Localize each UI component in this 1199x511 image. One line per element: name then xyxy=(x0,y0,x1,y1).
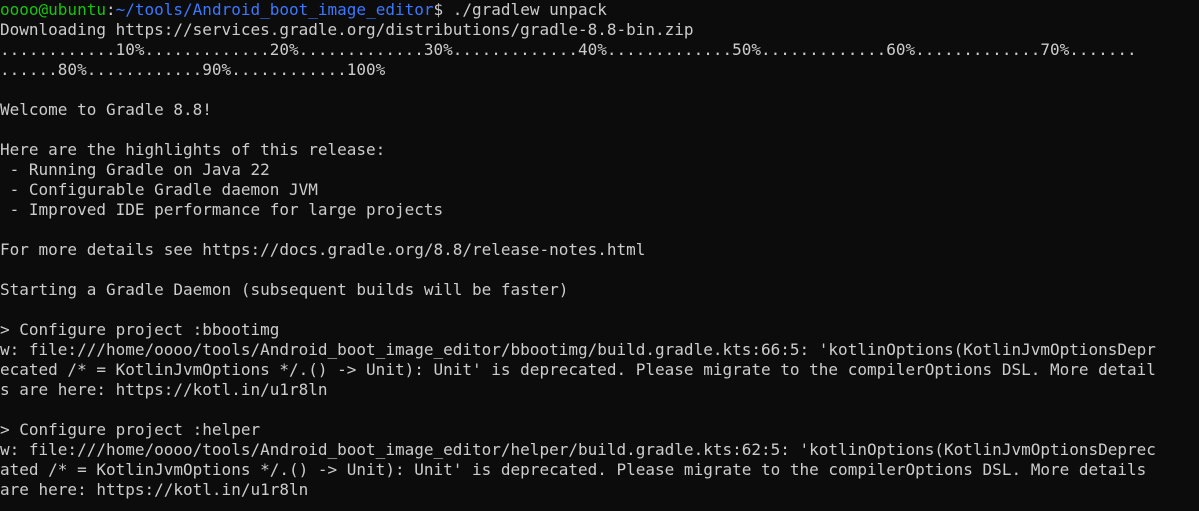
terminal-output: Downloading https://services.gradle.org/… xyxy=(0,20,1199,500)
output-line: - Running Gradle on Java 22 xyxy=(0,160,270,179)
output-line: ............10%.............20%.........… xyxy=(0,40,1137,59)
prompt-symbol: $ xyxy=(433,0,453,19)
prompt-path: ~/tools/Android_boot_image_editor xyxy=(115,0,434,19)
output-line: ated /* = KotlinJvmOptions */.() -> Unit… xyxy=(0,460,1147,479)
prompt-line: oooo@ubuntu:~/tools/Android_boot_image_e… xyxy=(0,0,1199,20)
output-line: - Improved IDE performance for large pro… xyxy=(0,200,444,219)
output-line: ecated /* = KotlinJvmOptions */.() -> Un… xyxy=(0,360,1156,379)
output-line: - Configurable Gradle daemon JVM xyxy=(0,180,318,199)
output-line: Starting a Gradle Daemon (subsequent bui… xyxy=(0,280,569,299)
output-line: Here are the highlights of this release: xyxy=(0,140,386,159)
prompt-separator: : xyxy=(105,0,116,19)
command-text: ./gradlew unpack xyxy=(452,0,607,19)
terminal-window[interactable]: oooo@ubuntu:~/tools/Android_boot_image_e… xyxy=(0,0,1199,511)
prompt-user-host: oooo@ubuntu xyxy=(0,0,106,19)
output-line: w: file:///home/oooo/tools/Android_boot_… xyxy=(0,340,1156,359)
output-line: > Configure project :helper xyxy=(0,420,261,439)
output-line: Welcome to Gradle 8.8! xyxy=(0,100,212,119)
output-line: are here: https://kotl.in/u1r8ln xyxy=(0,480,309,499)
output-line: s are here: https://kotl.in/u1r8ln xyxy=(0,380,328,399)
output-line: For more details see https://docs.gradle… xyxy=(0,240,646,259)
output-line: > Configure project :bbootimg xyxy=(0,320,280,339)
output-line: ......80%............90%............100% xyxy=(0,60,386,79)
output-line: w: file:///home/oooo/tools/Android_boot_… xyxy=(0,440,1156,459)
output-line: Downloading https://services.gradle.org/… xyxy=(0,20,694,39)
